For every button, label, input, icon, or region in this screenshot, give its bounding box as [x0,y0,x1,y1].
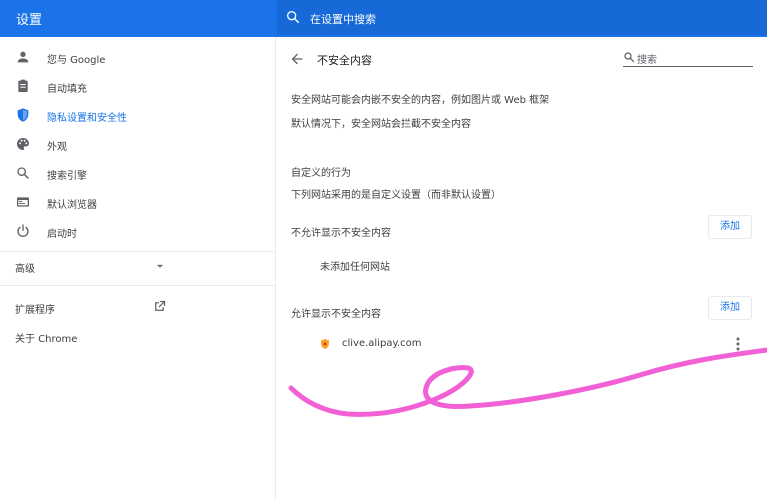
sidebar-about-chrome[interactable]: 关于 Chrome [15,330,77,345]
sidebar-item-label: 搜索引擎 [47,171,87,182]
description-line-2: 默认情况下，安全网站会拦截不安全内容 [291,119,471,130]
sidebar-item-label: 自动填充 [47,84,87,95]
sidebar-item-label: 隐私设置和安全性 [47,113,127,124]
sidebar-item-label: 启动时 [47,229,77,240]
back-arrow-icon[interactable] [289,51,305,67]
sidebar-item-appearance[interactable]: 外观 [0,132,276,158]
subpage-search-input[interactable]: 搜索 [637,51,657,66]
allow-add-button[interactable]: 添加 [708,296,752,320]
sidebar-item-you-and-google[interactable]: 您与 Google [0,45,276,71]
sidebar-item-label: 外观 [47,142,67,153]
sidebar-item-label: 默认浏览器 [47,200,97,211]
search-icon [287,11,300,24]
clipboard-icon [18,79,28,92]
sidebar: 您与 Google 自动填充 隐私设置和安全性 外观 搜索引擎 默认浏览器 启动… [0,37,276,500]
sidebar-extensions[interactable]: 扩展程序 [15,301,55,316]
site-name: clive.alipay.com [342,338,422,349]
divider [0,285,276,286]
browser-icon [17,197,29,207]
settings-search-input[interactable]: 在设置中搜索 [310,11,376,27]
person-icon [17,51,29,63]
search-icon [624,52,635,63]
more-vert-icon[interactable] [732,336,744,352]
block-empty-text: 未添加任何网站 [320,262,390,273]
chevron-down-icon[interactable] [153,259,167,273]
custom-behavior-heading: 自定义的行为 [291,168,351,179]
sidebar-advanced[interactable]: 高级 [15,260,35,275]
sidebar-item-search-engine[interactable]: 搜索引擎 [0,161,276,187]
settings-search-bar[interactable]: 在设置中搜索 [277,0,767,35]
main-content: 不安全内容 搜索 安全网站可能会内嵌不安全的内容，例如图片或 Web 框架 默认… [277,37,767,500]
open-in-new-icon[interactable] [152,299,167,314]
block-add-button[interactable]: 添加 [708,215,752,239]
allow-section-title: 允许显示不安全内容 [291,309,381,320]
palette-icon [16,138,29,150]
divider [0,251,276,252]
sidebar-item-default-browser[interactable]: 默认浏览器 [0,190,276,216]
custom-behavior-desc: 下列网站采用的是自定义设置（而非默认设置） [291,190,501,201]
description-line-1: 安全网站可能会内嵌不安全的内容，例如图片或 Web 框架 [291,95,550,106]
sidebar-item-autofill[interactable]: 自动填充 [0,74,276,100]
site-favicon-icon [321,339,329,349]
app-header: 设置 在设置中搜索 [0,0,767,37]
power-icon [17,224,29,237]
sidebar-item-privacy-security[interactable]: 隐私设置和安全性 [0,103,276,129]
block-section-title: 不允许显示不安全内容 [291,228,391,239]
sidebar-item-label: 您与 Google [47,55,106,66]
shield-icon [17,108,29,122]
page-title: 不安全内容 [317,54,372,67]
search-icon [17,167,29,179]
subpage-search[interactable]: 搜索 [623,49,753,67]
sidebar-item-on-startup[interactable]: 启动时 [0,219,276,245]
app-title: 设置 [16,13,43,28]
